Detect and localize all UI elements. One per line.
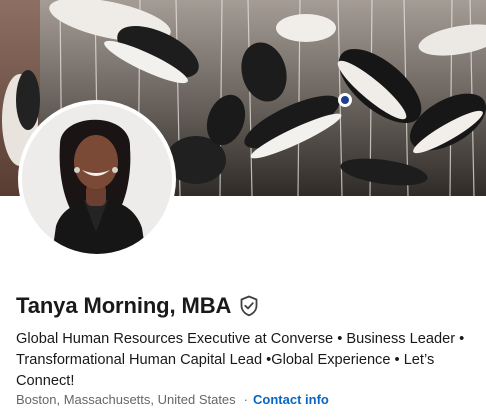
profile-name-row: Tanya Morning, MBA bbox=[16, 293, 259, 319]
separator-dot: · bbox=[243, 392, 249, 407]
location-row: Boston, Massachusetts, United States · C… bbox=[16, 392, 329, 407]
headline-line: Transformational Human Capital Lead •Glo… bbox=[16, 352, 435, 368]
headline-line: Global Human Resources Executive at Conv… bbox=[16, 331, 465, 347]
profile-location: Boston, Massachusetts, United States bbox=[16, 392, 236, 407]
headline-line: Connect! bbox=[16, 373, 75, 389]
profile-portrait bbox=[22, 104, 172, 254]
profile-name: Tanya Morning, MBA bbox=[16, 293, 232, 318]
profile-headline: Global Human Resources Executive at Conv… bbox=[16, 329, 486, 392]
profile-photo[interactable] bbox=[22, 104, 172, 254]
verified-shield-icon[interactable] bbox=[239, 295, 259, 317]
contact-info-link[interactable]: Contact info bbox=[253, 392, 329, 407]
